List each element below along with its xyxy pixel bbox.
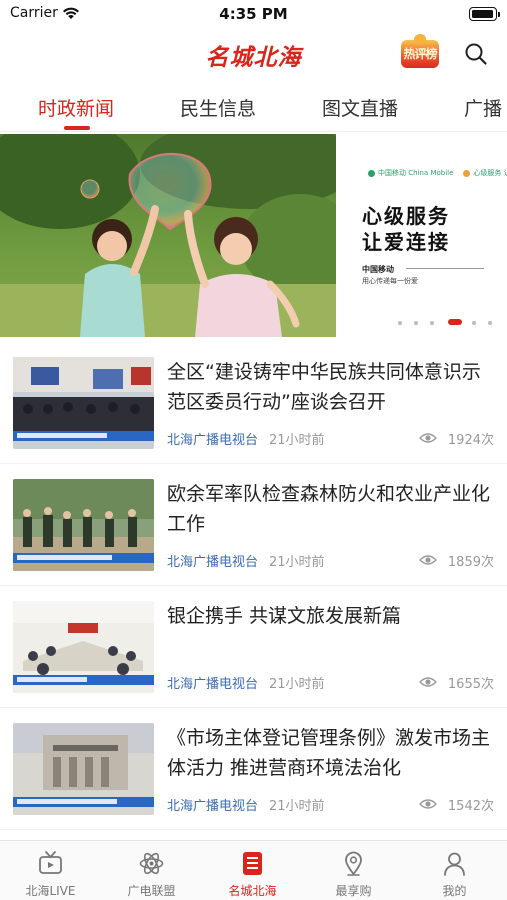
active-tab-indicator: [64, 126, 90, 130]
sponsor-logos: 中国移动 China Mobile心级服务 让爱连接: [368, 168, 507, 178]
news-title: 银企携手 共谋文旅发展新篇: [167, 605, 402, 627]
news-thumbnail: [13, 723, 154, 815]
news-source: 北海广播电视台: [167, 677, 259, 692]
news-thumbnail: [13, 357, 154, 449]
location-pin-icon: [345, 851, 362, 876]
news-source: 北海广播电视台: [167, 555, 259, 570]
news-source: 北海广播电视台: [167, 433, 259, 448]
view-count: 1655次: [447, 677, 494, 692]
tv-icon: [39, 851, 62, 874]
nav-tab-best-shopping[interactable]: 最享购: [303, 841, 404, 900]
news-time: 21小时前: [269, 555, 325, 570]
tab-livelihood-info[interactable]: 民生信息: [180, 94, 256, 121]
eye-icon: [419, 433, 437, 443]
banner-divider: [406, 268, 484, 269]
nav-tab-beihai-live[interactable]: 北海LIVE: [0, 841, 101, 900]
nav-label: 北海LIVE: [25, 884, 76, 898]
app-screen: Carrier 4:35 PM 名城北海 热评榜 时政新闻 民生信息 图文直播 …: [0, 0, 507, 900]
carousel-dot[interactable]: [398, 321, 402, 325]
news-time: 21小时前: [269, 677, 325, 692]
nav-tab-famous-city-beihai[interactable]: 名城北海: [202, 841, 303, 900]
nav-label: 名城北海: [228, 884, 277, 898]
bottom-tab-bar: 北海LIVE 广电联盟 名城北海 最享购 我的: [0, 840, 507, 900]
tab-photo-live[interactable]: 图文直播: [322, 94, 398, 121]
eye-icon: [419, 555, 437, 565]
news-item[interactable]: 《市场主体登记管理条例》激发市场主体活力 推进营商环境法治化 北海广播电视台 2…: [0, 708, 507, 830]
banner-ad-panel: 中国移动 China Mobile心级服务 让爱连接 心级服务 让爱连接 中国移…: [336, 134, 507, 337]
clock: 4:35 PM: [219, 5, 288, 23]
banner-slogan: 用心传递每一份爱: [362, 277, 418, 285]
view-count: 1924次: [447, 433, 494, 448]
search-icon[interactable]: [464, 42, 488, 66]
app-header: 名城北海 热评榜: [0, 30, 507, 78]
nav-label: 我的: [442, 884, 467, 898]
eye-icon: [419, 799, 437, 809]
view-count: 1859次: [447, 555, 494, 570]
carousel-dot-active[interactable]: [448, 319, 462, 325]
banner-carousel[interactable]: 中国移动 China Mobile心级服务 让爱连接 心级服务 让爱连接 中国移…: [0, 134, 507, 337]
service-logo-icon: [463, 169, 471, 177]
tab-politics-news[interactable]: 时政新闻: [38, 94, 114, 121]
news-title: 全区“建设铸牢中华民族共同体意识示范区委员行动”座谈会召开: [167, 361, 481, 413]
nav-tab-broadcast-alliance[interactable]: 广电联盟: [101, 841, 202, 900]
nav-label: 广电联盟: [127, 884, 176, 898]
user-icon: [444, 852, 465, 876]
hot-list-button[interactable]: 热评榜: [401, 40, 439, 68]
nav-label: 最享购: [335, 884, 372, 898]
china-mobile-logo-icon: [368, 169, 375, 177]
news-source: 北海广播电视台: [167, 799, 259, 814]
news-thumbnail: [13, 601, 154, 693]
atom-icon: [139, 852, 164, 875]
news-time: 21小时前: [269, 433, 325, 448]
news-item[interactable]: 银企携手 共谋文旅发展新篇 北海广播电视台 21小时前 1655次: [0, 586, 507, 708]
carousel-dot[interactable]: [472, 321, 476, 325]
news-thumbnail: [13, 479, 154, 571]
nav-tab-mine[interactable]: 我的: [404, 841, 505, 900]
banner-headline-line1: 心级服务: [362, 204, 450, 228]
eye-icon: [419, 677, 437, 687]
carousel-dot[interactable]: [414, 321, 418, 325]
news-time: 21小时前: [269, 799, 325, 814]
battery-icon: [469, 7, 500, 21]
carousel-dot[interactable]: [488, 321, 492, 325]
news-item[interactable]: 欧余军率队检查森林防火和农业产业化工作 北海广播电视台 21小时前 1859次: [0, 464, 507, 586]
news-title: 欧余军率队检查森林防火和农业产业化工作: [167, 483, 491, 535]
banner-headline-line2: 让爱连接: [362, 230, 450, 254]
view-count: 1542次: [447, 799, 494, 814]
banner-brand: 中国移动: [362, 265, 394, 274]
category-tabs: 时政新闻 民生信息 图文直播 广播: [0, 80, 507, 132]
status-bar: Carrier 4:35 PM: [0, 0, 507, 30]
banner-photo: [0, 134, 336, 337]
news-list-icon: [243, 852, 262, 875]
carousel-dot[interactable]: [430, 321, 434, 325]
news-item[interactable]: 全区“建设铸牢中华民族共同体意识示范区委员行动”座谈会召开 北海广播电视台 21…: [0, 342, 507, 464]
news-title: 《市场主体登记管理条例》激发市场主体活力 推进营商环境法治化: [167, 727, 491, 779]
tab-radio[interactable]: 广播: [464, 94, 502, 121]
